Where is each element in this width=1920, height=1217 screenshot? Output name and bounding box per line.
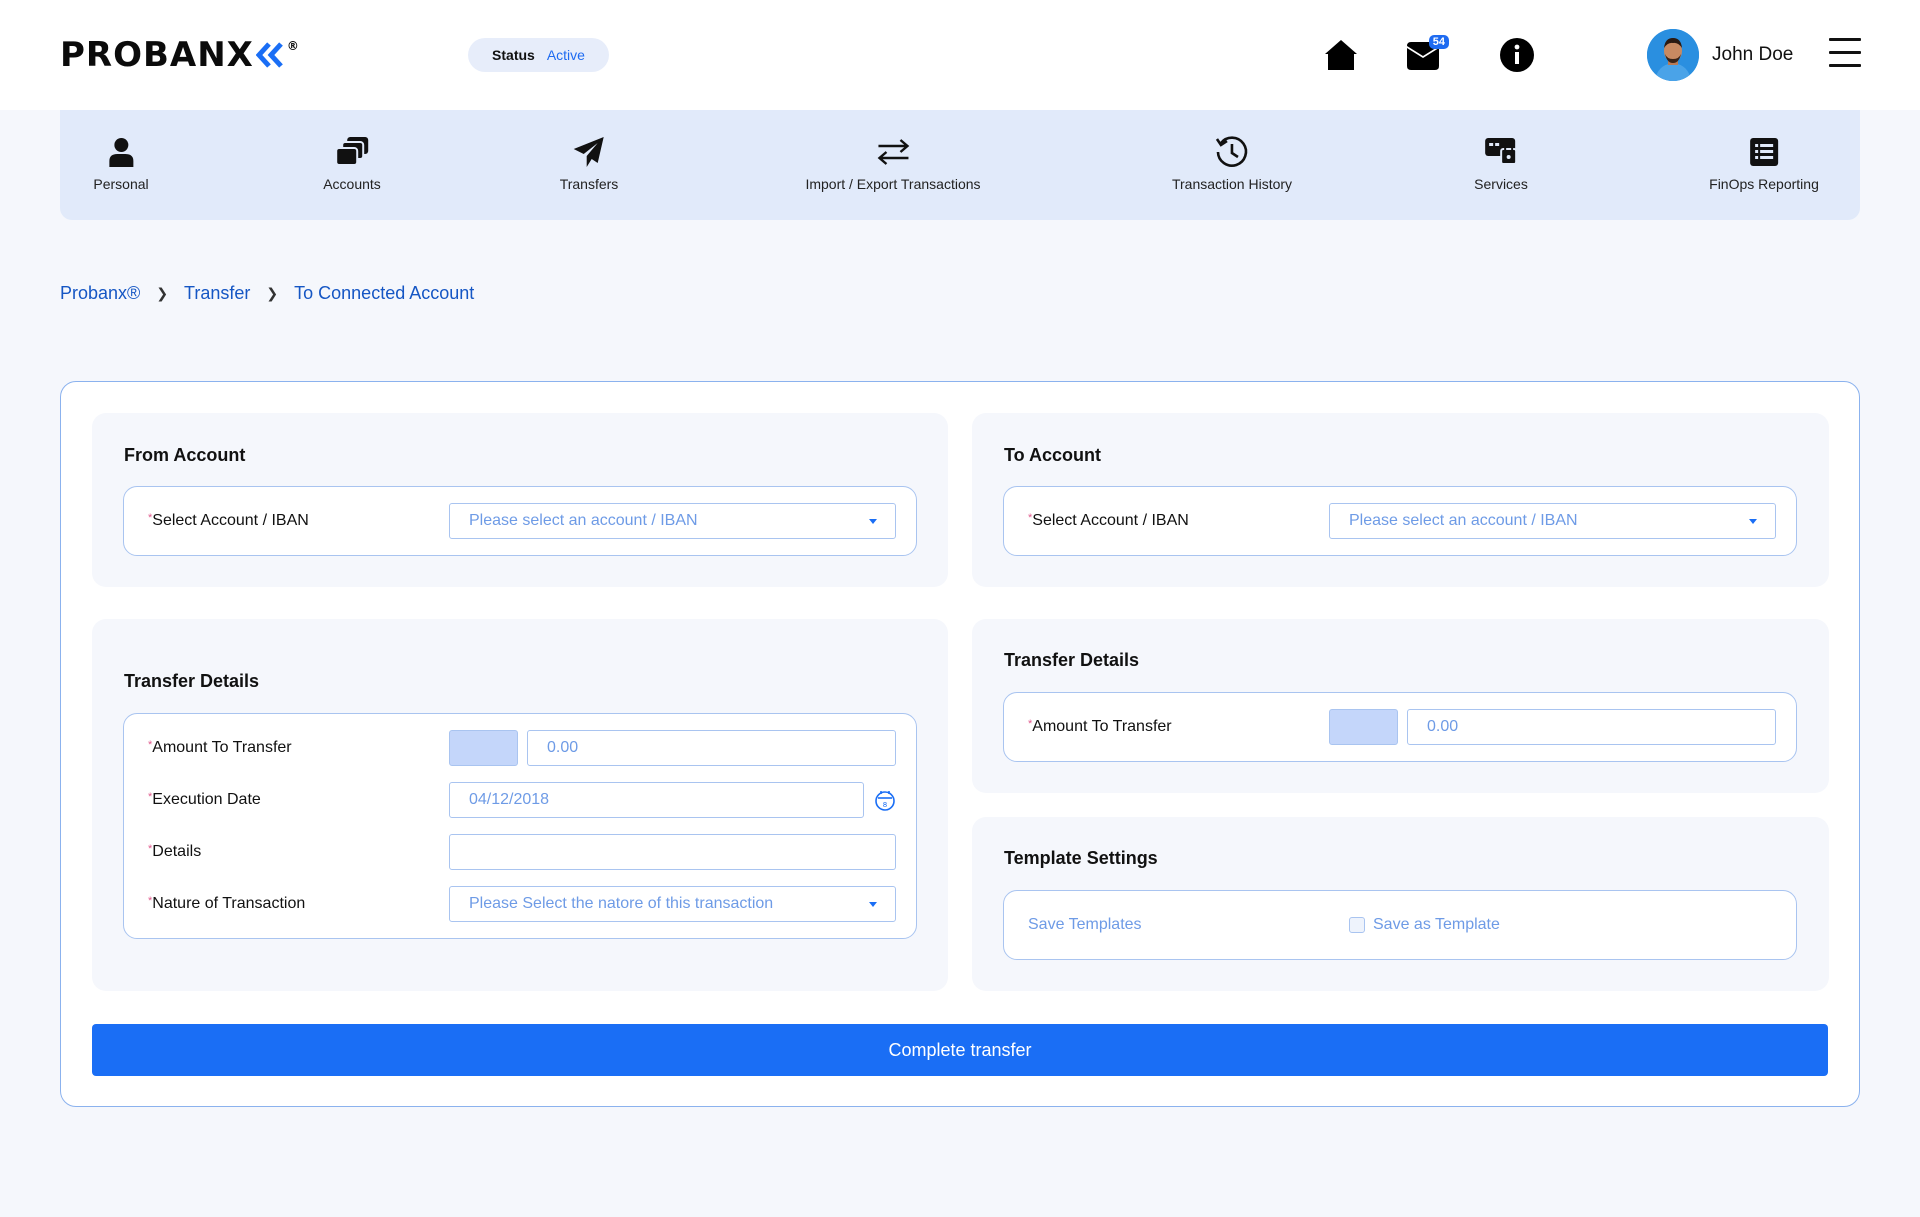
svg-text:8: 8 xyxy=(883,801,887,809)
amount-label-right: *Amount To Transfer xyxy=(1028,718,1172,735)
calendar-icon[interactable]: 8 xyxy=(874,789,896,811)
amount-label: *Amount To Transfer xyxy=(148,739,292,756)
transfer-form-card: From Account *Select Account / IBAN Plea… xyxy=(60,381,1860,1107)
save-templates-link[interactable]: Save Templates xyxy=(1028,916,1142,934)
nav-item-accounts[interactable]: Accounts xyxy=(323,134,381,192)
nav-item-finops-reporting[interactable]: FinOps Reporting xyxy=(1709,134,1819,192)
amount-input-right[interactable]: 0.00 xyxy=(1407,709,1776,745)
to-account-panel: To Account *Select Account / IBAN Please… xyxy=(972,413,1829,587)
mail-icon[interactable]: 54 xyxy=(1403,35,1449,75)
logo-chevrons-icon xyxy=(255,38,286,72)
nav-item-import-export[interactable]: Import / Export Transactions xyxy=(805,134,981,192)
nav-item-personal[interactable]: Personal xyxy=(93,134,149,192)
chevron-down-icon xyxy=(869,519,877,524)
swap-arrows-icon xyxy=(875,134,911,170)
transfer-details-title-right: Transfer Details xyxy=(1004,650,1140,670)
template-settings-box: Save Templates Save as Template xyxy=(1003,890,1797,960)
chevron-right-icon: ❯ xyxy=(156,285,169,301)
services-lock-icon xyxy=(1483,134,1519,170)
to-account-box: *Select Account / IBAN Please select an … xyxy=(1003,486,1797,556)
transfer-details-box-right: *Amount To Transfer 0.00 xyxy=(1003,692,1797,762)
to-account-select[interactable]: Please select an account / IBAN xyxy=(1329,503,1776,539)
breadcrumb-item-home[interactable]: Probanx® xyxy=(60,283,140,304)
paper-plane-icon xyxy=(571,134,607,170)
transfer-details-panel-left: Transfer Details *Amount To Transfer 0.0… xyxy=(92,619,948,991)
home-icon[interactable] xyxy=(1321,35,1361,75)
chevron-down-icon xyxy=(869,902,877,907)
nav-item-services[interactable]: Services xyxy=(1474,134,1528,192)
status-value: Active xyxy=(546,47,585,63)
from-account-select[interactable]: Please select an account / IBAN xyxy=(449,503,896,539)
details-label: *Details xyxy=(148,843,202,860)
execution-date-input[interactable]: 04/12/2018 xyxy=(449,782,864,818)
from-account-title: From Account xyxy=(124,445,246,465)
status-badge: Status Active xyxy=(468,38,609,72)
history-icon xyxy=(1214,134,1250,170)
nature-label: *Nature of Transaction xyxy=(148,895,306,912)
currency-select-right[interactable] xyxy=(1329,709,1398,745)
user-icon xyxy=(103,134,139,170)
template-settings-title: Template Settings xyxy=(1004,848,1158,868)
transfer-details-panel-right: Transfer Details *Amount To Transfer 0.0… xyxy=(972,619,1829,793)
amount-input[interactable]: 0.00 xyxy=(527,730,896,766)
nav-item-transaction-history[interactable]: Transaction History xyxy=(1172,134,1292,192)
currency-select[interactable] xyxy=(449,730,518,766)
save-as-template-checkbox[interactable] xyxy=(1349,917,1365,933)
breadcrumb: Probanx® ❯ Transfer ❯ To Connected Accou… xyxy=(60,283,474,304)
details-input[interactable] xyxy=(449,834,896,870)
nature-select[interactable]: Please Select the natore of this transac… xyxy=(449,886,896,922)
to-account-title: To Account xyxy=(1004,445,1101,465)
transfer-details-title-left: Transfer Details xyxy=(124,671,260,691)
transfer-details-box-left: *Amount To Transfer 0.00 *Execution Date… xyxy=(123,713,917,939)
status-label: Status xyxy=(492,47,535,63)
probanx-logo[interactable]: PROBANX ® xyxy=(60,38,300,72)
chevron-down-icon xyxy=(1749,519,1757,524)
breadcrumb-item-current[interactable]: To Connected Account xyxy=(294,283,474,304)
info-icon[interactable] xyxy=(1497,35,1537,75)
to-account-label: *Select Account / IBAN xyxy=(1028,512,1189,529)
save-as-template-label[interactable]: Save as Template xyxy=(1373,916,1500,934)
from-account-box: *Select Account / IBAN Please select an … xyxy=(123,486,917,556)
hamburger-menu-icon[interactable] xyxy=(1829,38,1861,70)
template-settings-panel: Template Settings Save Templates Save as… xyxy=(972,817,1829,991)
report-list-icon xyxy=(1746,134,1782,170)
from-account-label: *Select Account / IBAN xyxy=(148,512,309,529)
mail-badge: 54 xyxy=(1428,35,1449,49)
accounts-icon xyxy=(334,134,370,170)
execution-date-label: *Execution Date xyxy=(148,791,261,808)
from-account-panel: From Account *Select Account / IBAN Plea… xyxy=(92,413,948,587)
complete-transfer-button[interactable]: Complete transfer xyxy=(92,1024,1828,1076)
chevron-right-icon: ❯ xyxy=(266,285,279,301)
top-header: PROBANX ® Status Active 54 John Doe xyxy=(0,0,1920,110)
user-name[interactable]: John Doe xyxy=(1712,44,1793,66)
nav-item-transfers[interactable]: Transfers xyxy=(560,134,618,192)
main-nav: Personal Accounts Transfers Import / Exp… xyxy=(60,110,1860,220)
avatar[interactable] xyxy=(1647,29,1699,81)
breadcrumb-item-transfer[interactable]: Transfer xyxy=(184,283,250,304)
